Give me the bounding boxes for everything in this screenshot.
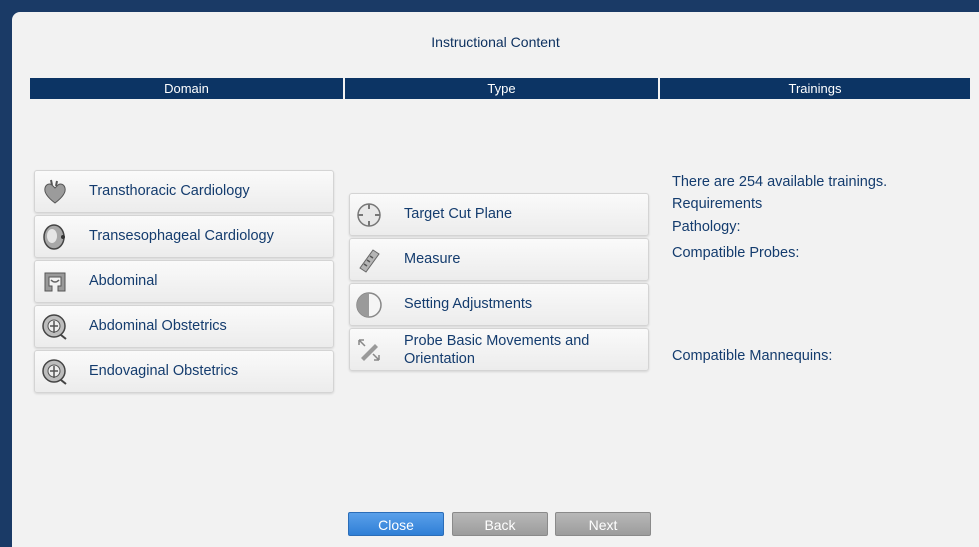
type-label: Target Cut Plane [404, 206, 513, 222]
domain-transthoracic-cardiology-button[interactable]: Transthoracic Cardiology [34, 170, 334, 213]
close-button[interactable]: Close [348, 512, 444, 536]
heart-cross-section-icon [41, 223, 69, 251]
domain-label: Abdominal Obstetrics [89, 318, 227, 334]
available-trainings-count: There are 254 available trainings. [672, 174, 888, 190]
fetus-icon [41, 313, 69, 341]
pathology-label: Pathology: [672, 219, 741, 235]
domain-abdominal-obstetrics-button[interactable]: Abdominal Obstetrics [34, 305, 334, 348]
domain-column-header: Domain [30, 78, 343, 99]
compatible-mannequins-label: Compatible Mannequins: [672, 348, 833, 364]
domain-label: Transesophageal Cardiology [89, 228, 274, 244]
probe-arrows-icon [355, 336, 383, 364]
type-label-line-1: Probe Basic Movements and [404, 333, 590, 349]
type-setting-adjustments-button[interactable]: Setting Adjustments [349, 283, 649, 326]
domain-abdominal-button[interactable]: Abdominal [34, 260, 334, 303]
type-target-cut-plane-button[interactable]: Target Cut Plane [349, 193, 649, 236]
type-label-line-2: Orientation [404, 351, 475, 367]
domain-label: Transthoracic Cardiology [89, 183, 250, 199]
back-button[interactable]: Back [452, 512, 548, 536]
type-label: Setting Adjustments [404, 296, 533, 312]
dialog-title: Instructional Content [431, 34, 560, 50]
type-label: Measure [404, 251, 461, 267]
next-button[interactable]: Next [555, 512, 651, 536]
trainings-column-header: Trainings [660, 78, 970, 99]
type-column-header: Type [345, 78, 658, 99]
ruler-icon [355, 246, 383, 274]
fetus-icon [41, 358, 69, 386]
domain-label: Endovaginal Obstetrics [89, 363, 239, 379]
contrast-icon [355, 291, 383, 319]
domain-transesophageal-cardiology-button[interactable]: Transesophageal Cardiology [34, 215, 334, 258]
requirements-label: Requirements [672, 196, 763, 212]
instructional-content-dialog: Instructional Content Domain Type Traini… [12, 12, 979, 547]
intestine-icon [41, 268, 69, 296]
heart-icon [41, 178, 69, 206]
target-icon [355, 201, 383, 229]
compatible-probes-label: Compatible Probes: [672, 245, 800, 261]
domain-endovaginal-obstetrics-button[interactable]: Endovaginal Obstetrics [34, 350, 334, 393]
type-measure-button[interactable]: Measure [349, 238, 649, 281]
domain-label: Abdominal [89, 273, 158, 289]
type-label: Probe Basic Movements and Orientation [404, 332, 589, 368]
type-probe-basic-movements-button[interactable]: Probe Basic Movements and Orientation [349, 328, 649, 371]
